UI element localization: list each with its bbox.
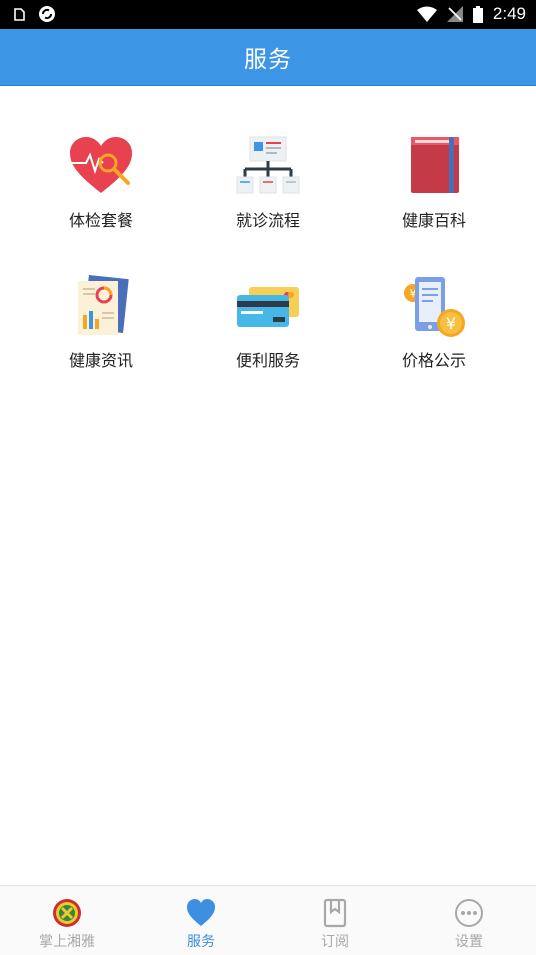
tab-settings[interactable]: 设置 <box>402 886 536 955</box>
bookmark-icon <box>323 898 347 928</box>
no-signal-icon <box>446 6 463 22</box>
service-item-health-news[interactable]: 健康资讯 <box>21 275 181 385</box>
heart-search-icon <box>70 137 132 193</box>
phone-yuan-icon: ¥ ¥ <box>404 277 465 337</box>
app-header: 服务 <box>0 29 536 86</box>
service-item-exam-package[interactable]: 体检套餐 <box>21 135 181 245</box>
book-icon <box>411 137 459 193</box>
wifi-icon <box>416 6 437 22</box>
service-label: 价格公示 <box>401 351 466 370</box>
service-label: 体检套餐 <box>68 211 133 230</box>
sync-icon <box>39 6 55 22</box>
tab-services[interactable]: 服务 <box>134 886 268 955</box>
service-label: 健康百科 <box>401 211 466 230</box>
tab-label: 设置 <box>455 934 483 950</box>
svg-text:¥: ¥ <box>446 314 456 333</box>
tab-label: 掌上湘雅 <box>39 934 95 950</box>
clock: 2:49 <box>492 4 526 23</box>
more-icon <box>455 899 483 927</box>
page-title: 服务 <box>244 47 292 73</box>
bottom-tab-bar: 掌上湘雅 服务 订阅 设置 <box>0 885 536 955</box>
service-item-visit-process[interactable]: 就诊流程 <box>188 135 348 245</box>
report-icon <box>78 275 129 335</box>
flowchart-icon <box>236 136 300 194</box>
tab-label: 订阅 <box>321 934 349 950</box>
heart-icon <box>187 899 215 926</box>
service-item-health-encyclopedia[interactable]: 健康百科 <box>354 135 514 245</box>
service-label: 就诊流程 <box>235 211 300 230</box>
service-item-price-list[interactable]: ¥ ¥ 价格公示 <box>354 275 514 385</box>
tab-subscribe[interactable]: 订阅 <box>268 886 402 955</box>
hospital-logo-icon <box>53 899 81 927</box>
notification-icon <box>14 8 25 21</box>
credit-card-icon <box>237 287 299 327</box>
battery-icon <box>472 5 483 23</box>
tab-home[interactable]: 掌上湘雅 <box>0 886 134 955</box>
service-item-convenience[interactable]: 便利服务 <box>188 275 348 385</box>
service-label: 健康资讯 <box>68 351 133 370</box>
tab-label: 服务 <box>187 934 215 950</box>
status-bar: 2:49 <box>0 0 536 29</box>
service-label: 便利服务 <box>235 351 300 370</box>
